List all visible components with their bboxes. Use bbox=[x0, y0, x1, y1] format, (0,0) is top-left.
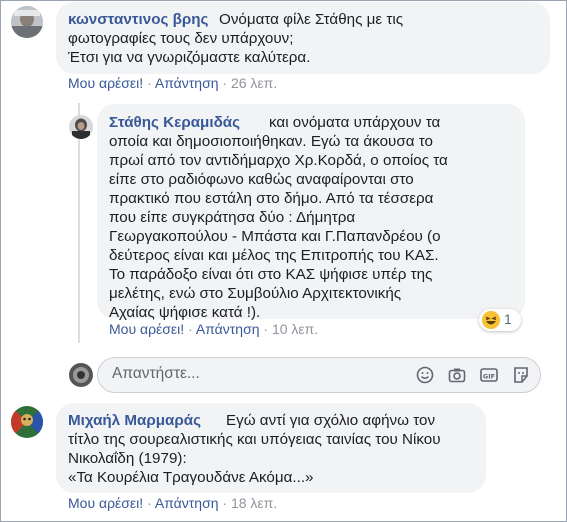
comment-text-line: Έτσι για να γνωριζόμαστε καλύτερα. bbox=[68, 49, 311, 66]
emoji-icon[interactable] bbox=[416, 366, 434, 384]
avatar-photo-icon bbox=[11, 6, 43, 38]
separator: · bbox=[147, 495, 155, 511]
avatar-michail[interactable] bbox=[11, 406, 43, 438]
separator: · bbox=[222, 75, 231, 91]
avatar-photo-icon bbox=[69, 115, 93, 139]
comment-bubble-3: Μιχαήλ Μαρμαράς Εγώ αντί για σχόλιο αφήν… bbox=[56, 403, 486, 493]
reply-placeholder: Απαντήστε... bbox=[112, 365, 200, 382]
gif-icon[interactable]: GIF bbox=[480, 366, 498, 384]
comment-text-line: «Τα Κουρέλια Τραγουδάνε Ακόμα...» bbox=[68, 469, 314, 486]
comment-text-line: δεύτερος είναι και μέλος της Επιτροπής τ… bbox=[109, 247, 439, 264]
reply-link[interactable]: Απάντηση bbox=[155, 495, 219, 511]
comment-text-line: Το παράδοξο είναι ότι στο ΚΑΣ ψήφισε υπέ… bbox=[109, 266, 433, 283]
comment-text-line: τίτλο της σουρεαλιστικής και υπόγειας τα… bbox=[68, 431, 441, 448]
haha-emoji-icon bbox=[482, 311, 500, 329]
like-link[interactable]: Μου αρέσει! bbox=[68, 495, 143, 511]
comment-text-line: που είπε συγκράτησα δύο : Δήμητρα bbox=[109, 209, 356, 226]
comment-bubble-2: Στάθης Κεραμιδάς και ονόματα υπάρχουν τα… bbox=[97, 104, 525, 321]
separator: · bbox=[263, 321, 272, 337]
reply-link[interactable]: Απάντηση bbox=[155, 75, 219, 91]
comment-author[interactable]: κωνσταντινος βρης bbox=[68, 10, 208, 30]
avatar-photo-icon bbox=[69, 363, 93, 387]
current-user-avatar bbox=[69, 363, 93, 387]
avatar-konstantinos[interactable] bbox=[11, 6, 43, 38]
comment-text-line: πρωί από τον αντιδήμαρχο Χρ.Κορδά, ο οπο… bbox=[109, 152, 448, 169]
comment-author[interactable]: Μιχαήλ Μαρμαράς bbox=[68, 411, 201, 431]
comment-text-line: Αχαίας ψήφισε κατά !). bbox=[109, 304, 261, 321]
avatar-stathis[interactable] bbox=[69, 115, 93, 139]
avatar-photo-icon bbox=[11, 406, 43, 438]
comment-actions-3: Μου αρέσει! · Απάντηση · 18 λεπ. bbox=[68, 495, 277, 511]
timestamp[interactable]: 10 λεπ. bbox=[272, 321, 318, 337]
reaction-count: 1 bbox=[504, 311, 512, 327]
comment-text-line: οποία και δημοσιοποιήθηκαν. Εγώ τα άκουσ… bbox=[109, 133, 433, 150]
comment-text-line: πρακτικό που εστάλη στο δήμο. Από τα τέσ… bbox=[109, 190, 434, 207]
reply-link[interactable]: Απάντηση bbox=[196, 321, 260, 337]
sticker-icon[interactable] bbox=[512, 366, 530, 384]
timestamp[interactable]: 18 λεπ. bbox=[231, 495, 277, 511]
comment-text-line: Εγώ αντί για σχόλιο αφήνω τον bbox=[226, 412, 436, 429]
comment-text-line: Νικολαΐδη (1979): bbox=[68, 450, 187, 467]
comment-text-line: είπε στο ραδιόφωνο καθώς αναφαίρονται στ… bbox=[109, 171, 414, 188]
comment-bubble-1: κωνσταντινος βρης Ονόματα φίλε Στάθης με… bbox=[56, 2, 550, 74]
like-link[interactable]: Μου αρέσει! bbox=[109, 321, 184, 337]
separator: · bbox=[222, 495, 231, 511]
comment-text-line: και ονόματα υπάρχουν τα bbox=[269, 114, 441, 131]
separator: · bbox=[188, 321, 196, 337]
reaction-badge[interactable]: 1 bbox=[479, 309, 521, 331]
timestamp[interactable]: 26 λεπ. bbox=[231, 75, 277, 91]
like-link[interactable]: Μου αρέσει! bbox=[68, 75, 143, 91]
comment-actions-1: Μου αρέσει! · Απάντηση · 26 λεπ. bbox=[68, 75, 277, 91]
comment-text-line: φωτογραφίες τους δεν υπάρχουν; bbox=[68, 30, 294, 47]
comments-panel: κωνσταντινος βρης Ονόματα φίλε Στάθης με… bbox=[0, 0, 567, 522]
thread-line bbox=[78, 103, 80, 343]
comment-author[interactable]: Στάθης Κεραμιδάς bbox=[109, 113, 240, 133]
comment-actions-2: Μου αρέσει! · Απάντηση · 10 λεπ. bbox=[109, 321, 318, 337]
comment-text-line: μελέτης, ενώ στο Συμβούλιο Αρχιτεκτονική… bbox=[109, 285, 402, 302]
reply-input[interactable]: Απαντήστε... GIF bbox=[97, 357, 541, 393]
comment-text-line: Γεωργακοπούλου - Μπάστα και Γ.Παπανδρέου… bbox=[109, 228, 441, 245]
camera-icon[interactable] bbox=[448, 366, 466, 384]
separator: · bbox=[147, 75, 155, 91]
comment-text-line: Ονόματα φίλε Στάθης με τις bbox=[219, 11, 404, 28]
svg-text:GIF: GIF bbox=[483, 372, 495, 380]
